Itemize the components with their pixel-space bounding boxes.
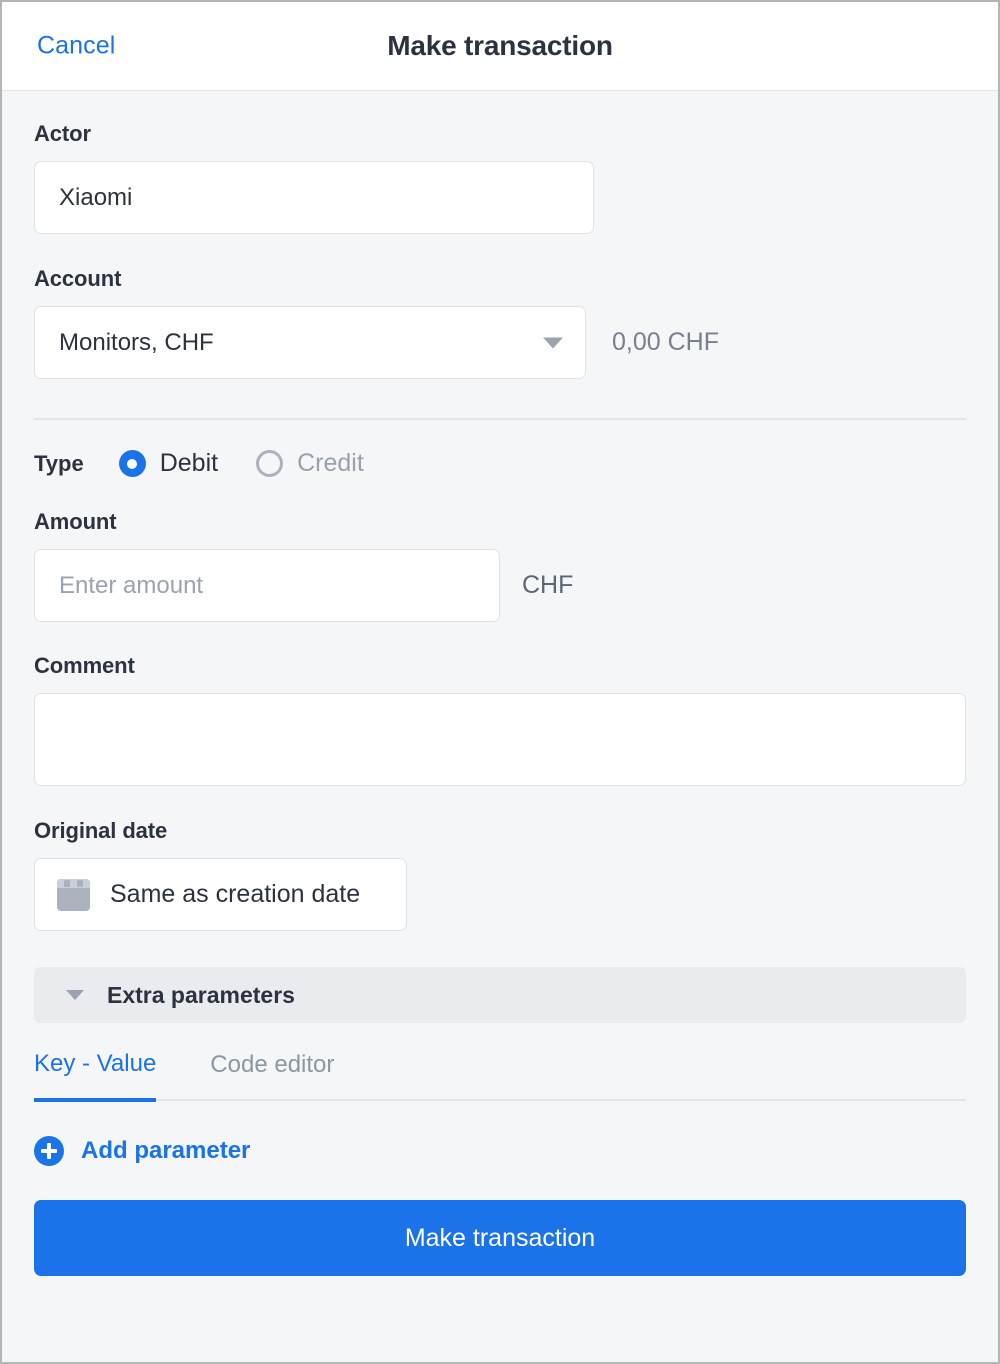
radio-option-credit[interactable]: Credit: [256, 449, 364, 478]
actor-value: Xiaomi: [59, 183, 133, 211]
account-selected-value: Monitors, CHF: [59, 328, 214, 356]
type-row: Type Debit Credit: [34, 449, 966, 478]
radio-option-debit[interactable]: Debit: [118, 449, 219, 478]
chevron-down-icon: [543, 337, 563, 348]
dialog-body: Actor Xiaomi Account Monitors, CHF 0,00 …: [2, 91, 998, 1362]
add-parameter-label: Add parameter: [81, 1137, 251, 1164]
amount-row: Enter amount CHF: [34, 549, 966, 622]
tab-code-editor[interactable]: Code editor: [210, 1051, 334, 1099]
extra-parameters-toggle[interactable]: Extra parameters: [34, 967, 966, 1023]
page-title: Make transaction: [387, 30, 613, 61]
account-select[interactable]: Monitors, CHF: [34, 306, 586, 379]
original-date-label: Original date: [34, 818, 168, 843]
cancel-button[interactable]: Cancel: [37, 32, 115, 61]
amount-label: Amount: [34, 509, 117, 534]
original-date-value: Same as creation date: [110, 880, 361, 908]
radio-label-debit: Debit: [159, 449, 219, 477]
extra-parameters-tabs: Key - Value Code editor: [34, 1050, 966, 1102]
comment-label: Comment: [34, 653, 135, 678]
account-row: Monitors, CHF 0,00 CHF: [34, 306, 966, 379]
type-label: Type: [34, 450, 84, 476]
make-transaction-button[interactable]: Make transaction: [34, 1200, 966, 1276]
plus-circle-icon: [34, 1136, 64, 1166]
calendar-icon: [57, 878, 90, 911]
radio-selected-icon: [118, 450, 146, 477]
extra-parameters-title: Extra parameters: [107, 981, 295, 1008]
radio-label-credit: Credit: [297, 449, 364, 477]
amount-currency: CHF: [522, 571, 574, 599]
radio-unselected-icon: [256, 450, 284, 477]
actor-label: Actor: [34, 121, 91, 146]
add-parameter-button[interactable]: Add parameter: [34, 1136, 250, 1166]
actor-field[interactable]: Xiaomi: [34, 161, 594, 234]
section-divider: [34, 418, 966, 420]
amount-placeholder: Enter amount: [59, 571, 204, 599]
tab-key-value[interactable]: Key - Value: [34, 1050, 157, 1102]
account-balance: 0,00 CHF: [612, 328, 719, 356]
comment-textarea[interactable]: [34, 693, 966, 786]
chevron-down-icon: [66, 990, 84, 1000]
account-label: Account: [34, 266, 122, 291]
transaction-dialog: Cancel Make transaction Actor Xiaomi Acc…: [0, 0, 1000, 1364]
amount-input[interactable]: Enter amount: [34, 549, 500, 622]
dialog-header: Cancel Make transaction: [2, 2, 998, 91]
original-date-picker[interactable]: Same as creation date: [34, 858, 407, 931]
